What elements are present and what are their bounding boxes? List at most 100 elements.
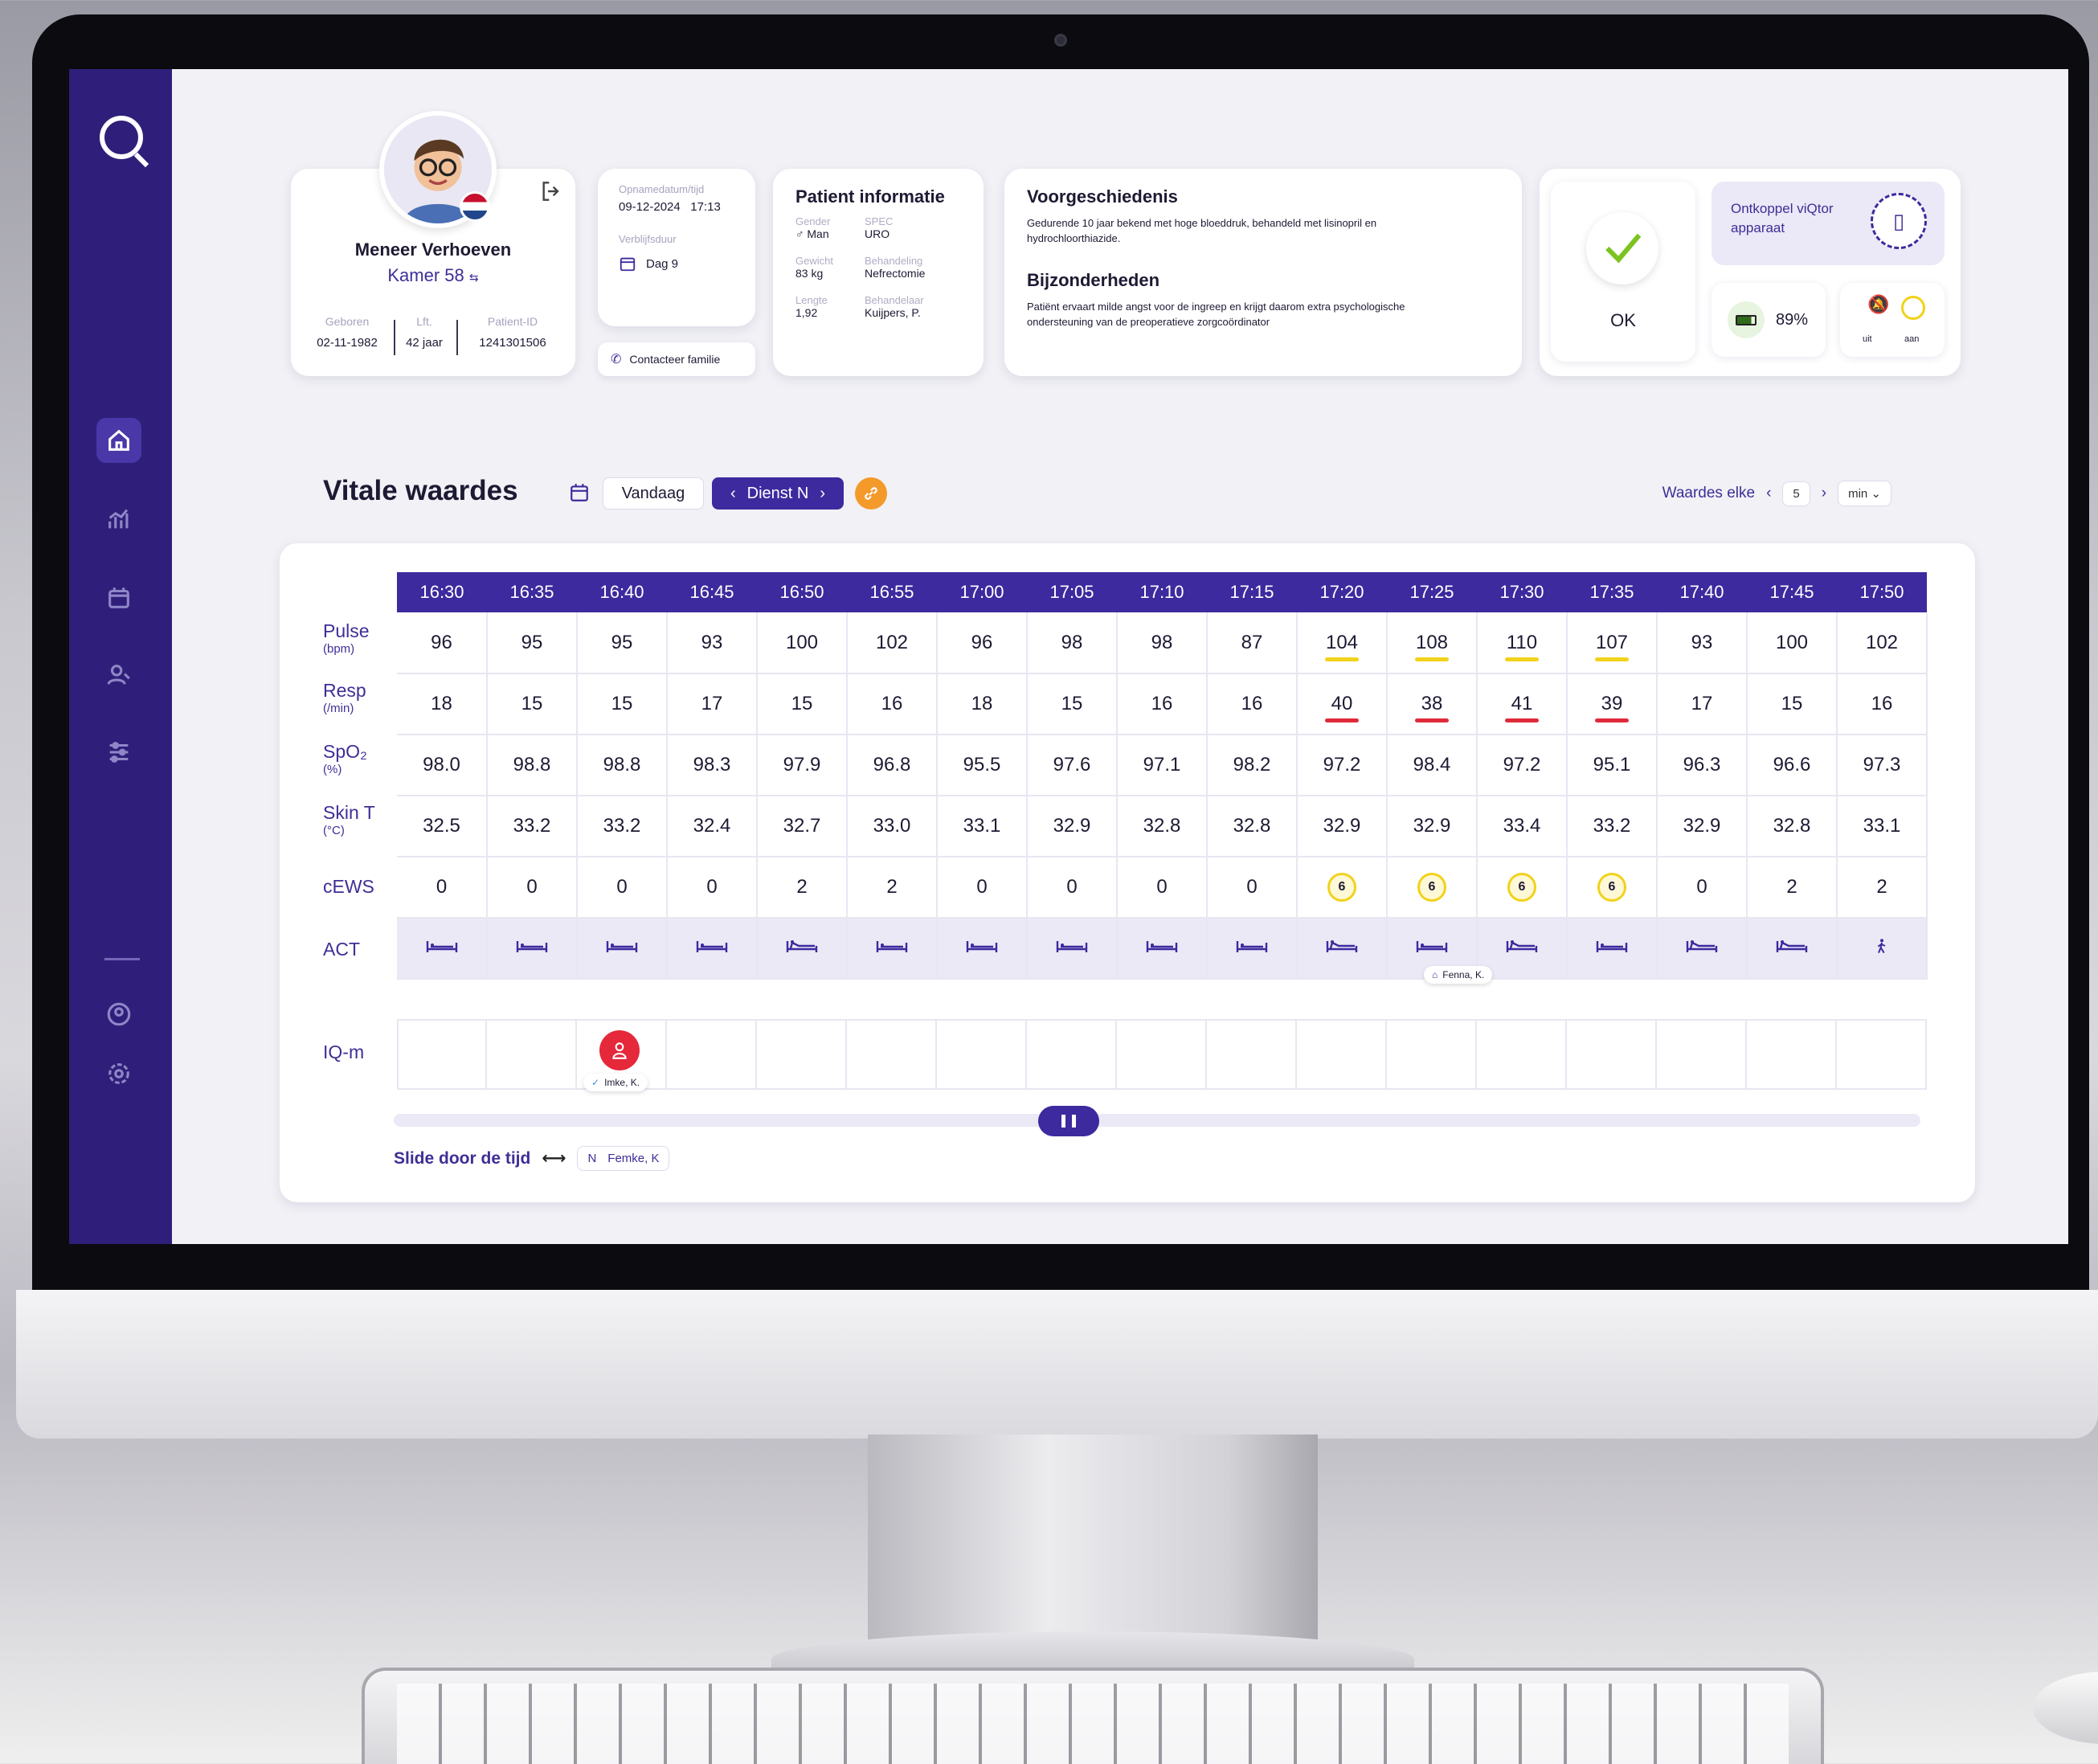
activity-cell[interactable] bbox=[847, 918, 938, 980]
iqm-cell[interactable] bbox=[1747, 1021, 1837, 1088]
profile-icon[interactable] bbox=[96, 992, 141, 1037]
vital-cell[interactable]: 32.8 bbox=[1117, 796, 1208, 857]
vital-cell[interactable]: 17 bbox=[667, 673, 758, 735]
vital-cell[interactable]: 98.0 bbox=[397, 735, 488, 796]
vital-cell[interactable]: 32.8 bbox=[1207, 796, 1298, 857]
vital-cell[interactable]: 15 bbox=[577, 673, 668, 735]
activity-cell[interactable] bbox=[937, 918, 1028, 980]
vital-cell[interactable]: 15 bbox=[1747, 673, 1838, 735]
vital-cell[interactable]: 32.7 bbox=[757, 796, 848, 857]
iqm-cell[interactable] bbox=[397, 1021, 487, 1088]
activity-cell[interactable] bbox=[1297, 918, 1388, 980]
interval-unit-select[interactable]: min ⌄ bbox=[1838, 481, 1891, 506]
vital-cell[interactable]: 98.2 bbox=[1207, 735, 1298, 796]
vital-cell[interactable]: 16 bbox=[1837, 673, 1928, 735]
calendar-icon[interactable] bbox=[569, 482, 590, 503]
vital-cell[interactable]: 95.5 bbox=[937, 735, 1028, 796]
vital-cell[interactable]: 32.9 bbox=[1387, 796, 1478, 857]
iqm-cell[interactable] bbox=[1117, 1021, 1207, 1088]
vital-cell[interactable]: 95.1 bbox=[1567, 735, 1658, 796]
activity-cell[interactable] bbox=[1117, 918, 1208, 980]
iqm-cell[interactable] bbox=[1207, 1021, 1297, 1088]
vital-cell[interactable]: 97.1 bbox=[1117, 735, 1208, 796]
vital-cell[interactable]: 15 bbox=[757, 673, 848, 735]
vital-cell[interactable]: 104 bbox=[1297, 612, 1388, 674]
vital-cell[interactable]: 110 bbox=[1477, 612, 1568, 674]
vital-cell[interactable]: 96 bbox=[937, 612, 1028, 674]
vital-cell[interactable]: 33.2 bbox=[1567, 796, 1658, 857]
chevron-right-icon[interactable]: › bbox=[820, 485, 825, 503]
vital-cell[interactable]: 100 bbox=[1747, 612, 1838, 674]
alarm-toggle[interactable]: 🔕 uit aan bbox=[1840, 283, 1945, 357]
activity-cell[interactable] bbox=[1027, 918, 1118, 980]
vital-cell[interactable]: 15 bbox=[487, 673, 578, 735]
vital-cell[interactable]: 32.8 bbox=[1747, 796, 1838, 857]
vital-cell[interactable]: 98.8 bbox=[487, 735, 578, 796]
iqm-cell[interactable] bbox=[757, 1021, 847, 1088]
vital-cell[interactable]: 95 bbox=[487, 612, 578, 674]
iqm-cell[interactable] bbox=[1297, 1021, 1387, 1088]
vital-cell[interactable]: 97.2 bbox=[1477, 735, 1568, 796]
patients-icon[interactable] bbox=[96, 653, 141, 698]
activity-cell[interactable] bbox=[397, 918, 488, 980]
settings-icon[interactable] bbox=[96, 1051, 141, 1096]
vital-cell[interactable]: 87 bbox=[1207, 612, 1298, 674]
vital-cell[interactable]: 97.6 bbox=[1027, 735, 1118, 796]
vital-cell[interactable]: 2 bbox=[847, 857, 938, 919]
vital-cell[interactable]: 102 bbox=[1837, 612, 1928, 674]
vital-cell[interactable]: 93 bbox=[667, 612, 758, 674]
activity-cell[interactable] bbox=[1207, 918, 1298, 980]
interval-value[interactable]: 5 bbox=[1782, 481, 1810, 506]
iqm-cell[interactable] bbox=[1657, 1021, 1747, 1088]
vital-cell[interactable]: 0 bbox=[667, 857, 758, 919]
vital-cell[interactable]: 96.6 bbox=[1747, 735, 1838, 796]
chevron-left-icon[interactable]: ‹ bbox=[730, 485, 736, 503]
vital-cell[interactable]: 97.3 bbox=[1837, 735, 1928, 796]
vital-cell[interactable]: 98 bbox=[1027, 612, 1118, 674]
time-slider-handle[interactable] bbox=[1038, 1106, 1099, 1136]
filters-icon[interactable] bbox=[96, 730, 141, 775]
iqm-cell[interactable] bbox=[1567, 1021, 1657, 1088]
iqm-cell[interactable] bbox=[937, 1021, 1027, 1088]
nurse-chip[interactable]: N Femke, K bbox=[577, 1146, 670, 1171]
activity-cell[interactable] bbox=[1657, 918, 1748, 980]
iqm-cell[interactable] bbox=[1027, 1021, 1117, 1088]
iqm-cell[interactable] bbox=[487, 1021, 577, 1088]
today-button[interactable]: Vandaag bbox=[603, 477, 704, 510]
vital-cell[interactable]: 98 bbox=[1117, 612, 1208, 674]
vital-cell[interactable]: 40 bbox=[1297, 673, 1388, 735]
act-note-tag[interactable]: ⌂ Fenna, K. bbox=[1424, 966, 1493, 984]
vital-cell[interactable]: 98.4 bbox=[1387, 735, 1478, 796]
disconnect-device-button[interactable]: Ontkoppel viQtor apparaat ▯ bbox=[1712, 182, 1945, 265]
vital-cell[interactable]: 33.1 bbox=[937, 796, 1028, 857]
cews-alert-badge[interactable]: 6 bbox=[1597, 873, 1626, 902]
vital-cell[interactable]: 97.2 bbox=[1297, 735, 1388, 796]
vital-cell[interactable]: 39 bbox=[1567, 673, 1658, 735]
vital-cell[interactable]: 107 bbox=[1567, 612, 1658, 674]
link-button[interactable] bbox=[855, 477, 887, 510]
vital-cell[interactable]: 0 bbox=[487, 857, 578, 919]
vital-cell[interactable]: 16 bbox=[1117, 673, 1208, 735]
vital-cell[interactable]: 33.0 bbox=[847, 796, 938, 857]
activity-cell[interactable] bbox=[577, 918, 668, 980]
contact-family-button[interactable]: ✆ Contacteer familie bbox=[598, 342, 755, 376]
iqm-cell[interactable] bbox=[847, 1021, 937, 1088]
app-logo[interactable] bbox=[100, 116, 143, 159]
time-slider-track[interactable] bbox=[394, 1114, 1920, 1127]
vital-cell[interactable]: 108 bbox=[1387, 612, 1478, 674]
cews-alert-badge[interactable]: 6 bbox=[1327, 873, 1356, 902]
iqm-check-tag[interactable]: ✓ Imke, K. bbox=[583, 1074, 648, 1091]
vital-cell[interactable]: 0 bbox=[397, 857, 488, 919]
vital-cell[interactable]: 0 bbox=[1117, 857, 1208, 919]
vital-cell[interactable]: 6 bbox=[1297, 857, 1388, 919]
vital-cell[interactable]: 102 bbox=[847, 612, 938, 674]
activity-cell[interactable] bbox=[1747, 918, 1838, 980]
vital-cell[interactable]: 6 bbox=[1387, 857, 1478, 919]
vital-cell[interactable]: 2 bbox=[757, 857, 848, 919]
iqm-cell[interactable] bbox=[667, 1021, 757, 1088]
activity-cell[interactable] bbox=[1567, 918, 1658, 980]
iqm-cell[interactable] bbox=[1387, 1021, 1477, 1088]
vital-cell[interactable]: 32.9 bbox=[1657, 796, 1748, 857]
vital-cell[interactable]: 17 bbox=[1657, 673, 1748, 735]
cews-alert-badge[interactable]: 6 bbox=[1417, 873, 1446, 902]
